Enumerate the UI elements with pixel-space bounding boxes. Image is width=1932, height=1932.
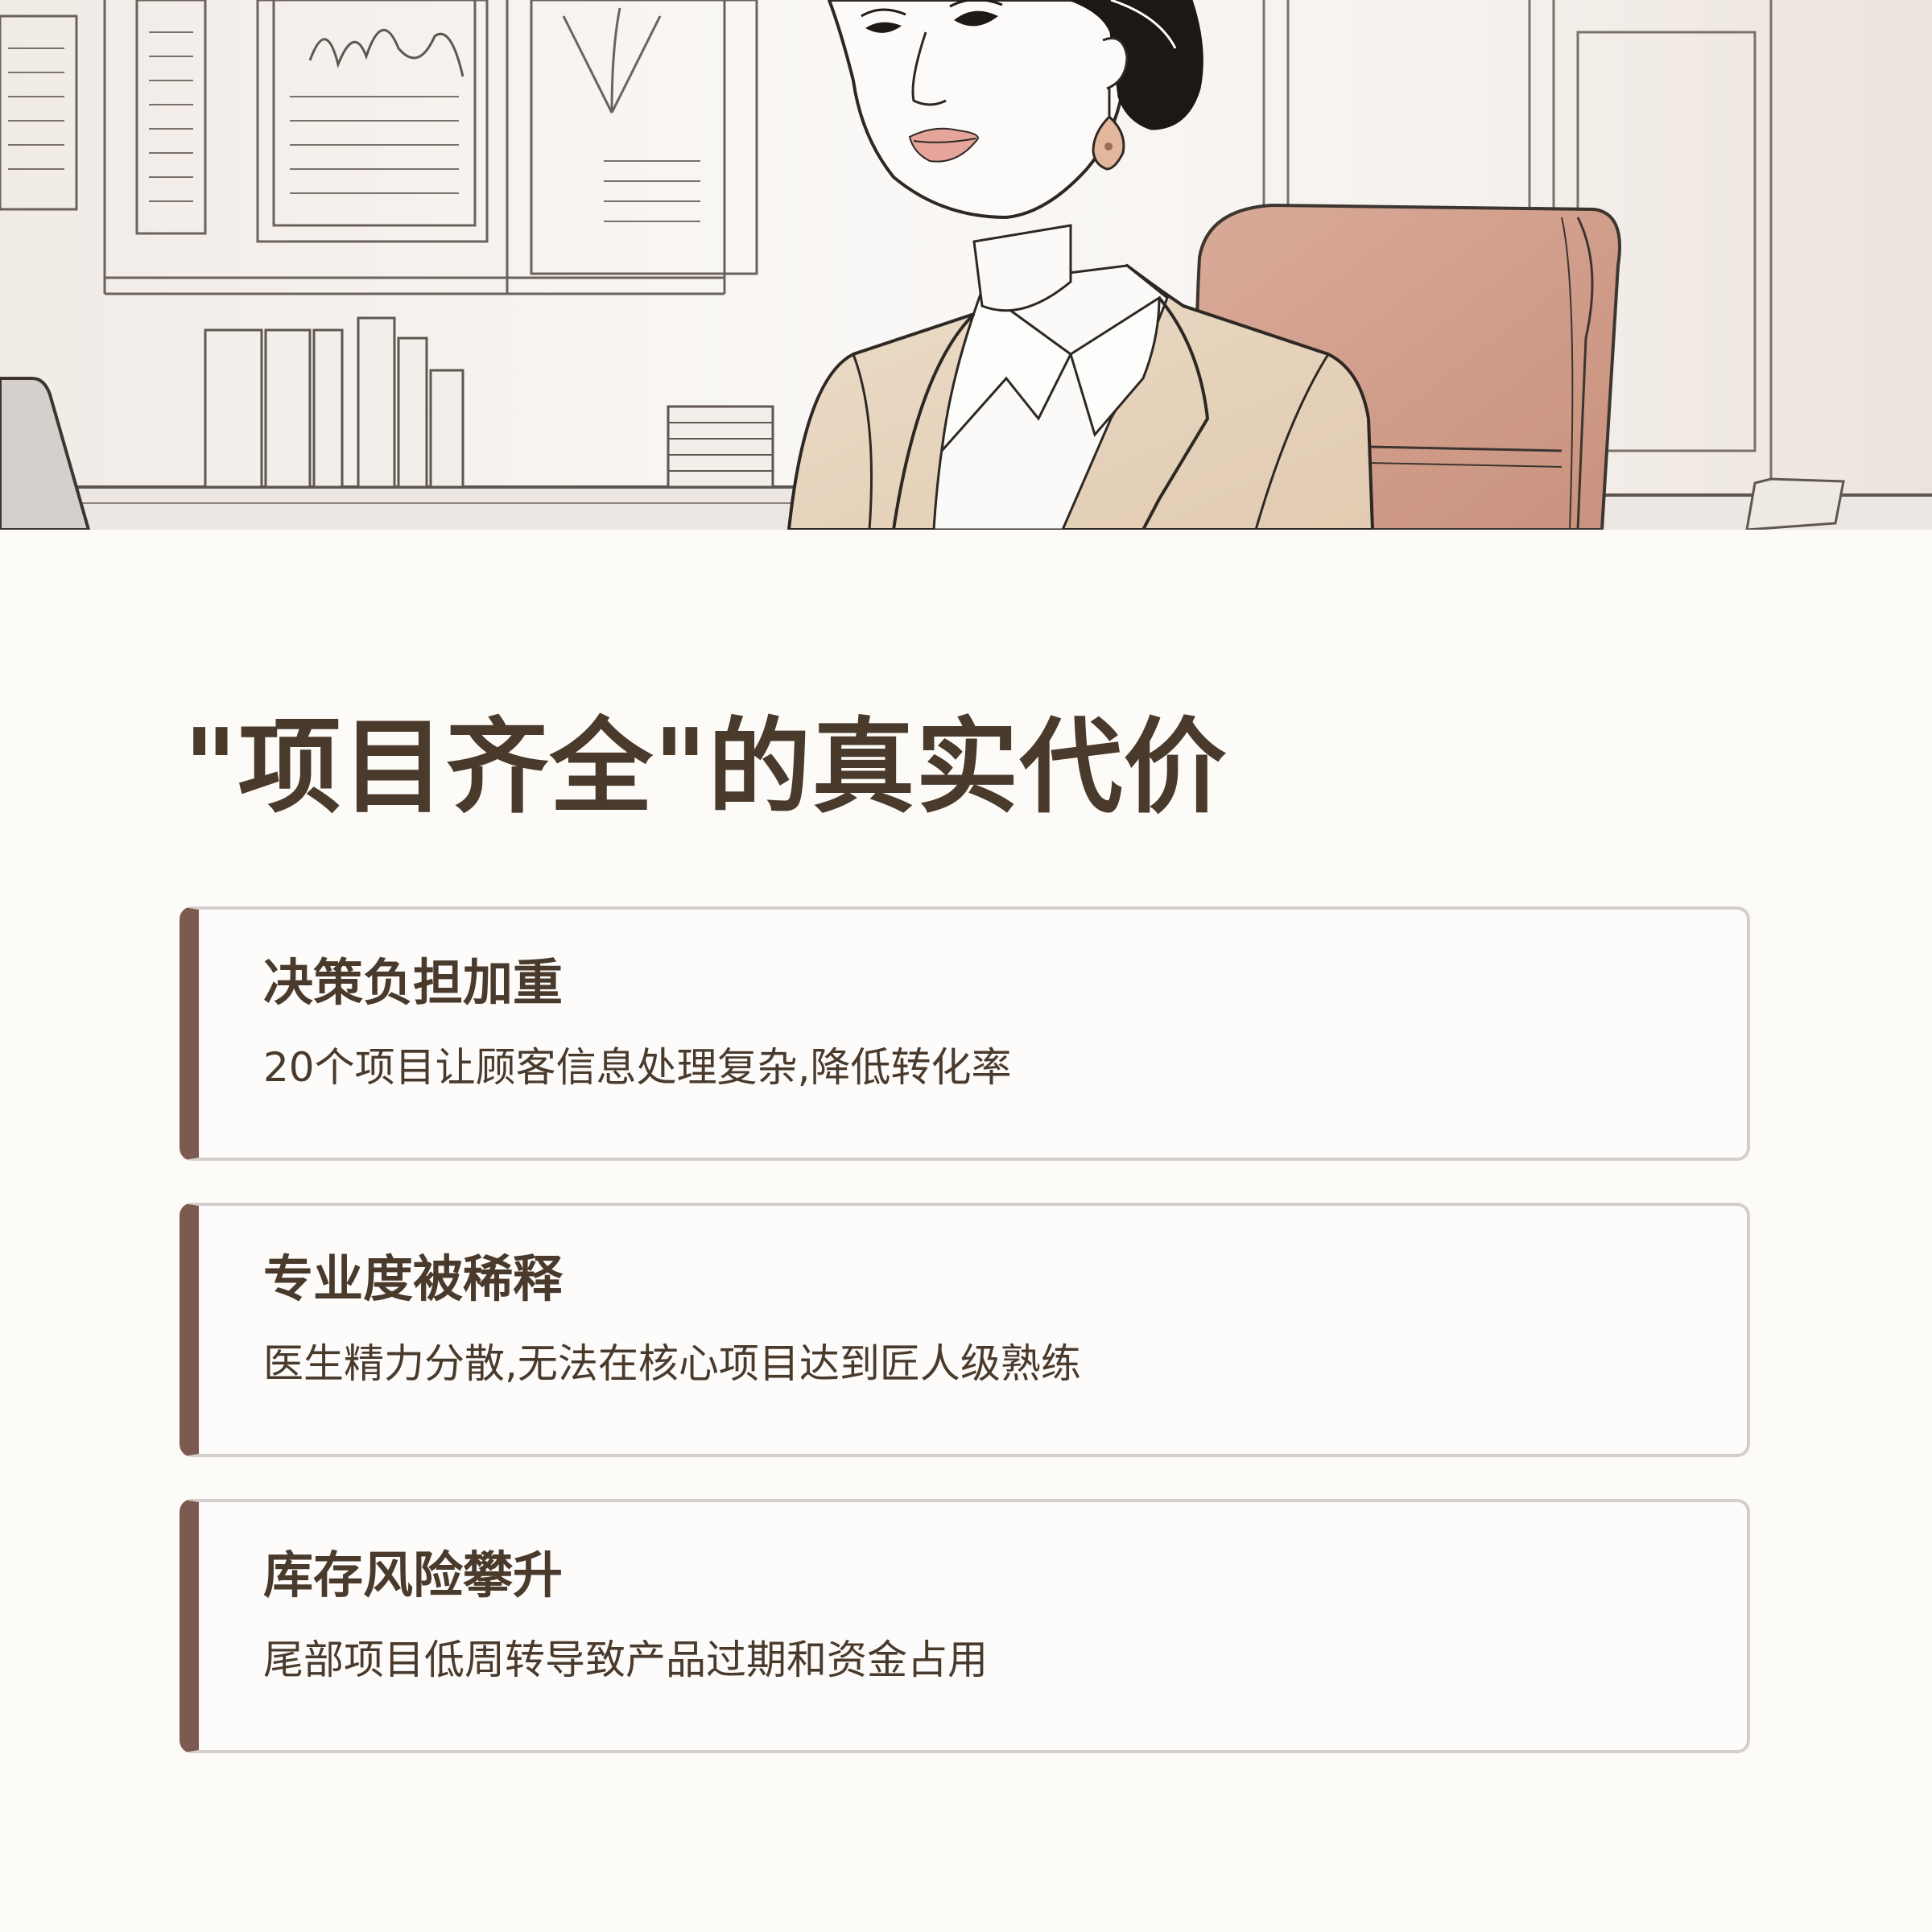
card-title: 决策负担加重 [263, 953, 564, 1012]
office-woman-illustration [0, 0, 1932, 530]
card-decision-burden: 决策负担加重 20个项目让顾客信息处理复杂,降低转化率 [180, 906, 1750, 1161]
card-expertise-diluted: 专业度被稀释 医生精力分散,无法在核心项目达到匠人级熟练 [180, 1203, 1750, 1457]
card-title: 库存风险攀升 [263, 1546, 564, 1604]
card-description: 20个项目让顾客信息处理复杂,降低转化率 [263, 1044, 1012, 1092]
card-description: 医生精力分散,无法在核心项目达到匠人级熟练 [263, 1340, 1081, 1388]
page-title: "项目齐全"的真实代价 [184, 708, 1228, 828]
card-description: 尾部项目低周转导致产品过期和资金占用 [263, 1637, 988, 1684]
card-title: 专业度被稀释 [263, 1249, 564, 1308]
card-list: 决策负担加重 20个项目让顾客信息处理复杂,降低转化率 专业度被稀释 医生精力分… [180, 906, 1750, 1795]
card-inventory-risk: 库存风险攀升 尾部项目低周转导致产品过期和资金占用 [180, 1499, 1750, 1753]
hero-illustration [0, 0, 1932, 530]
